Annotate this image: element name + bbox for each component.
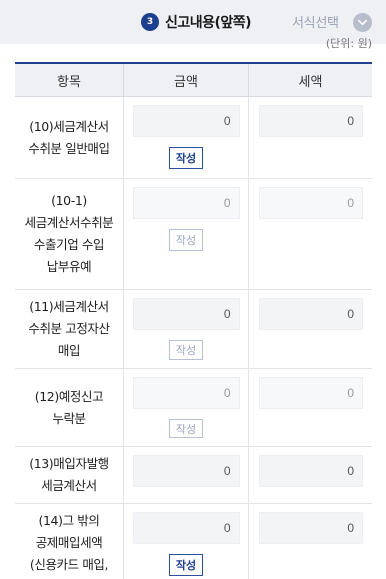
row-label: (10)세금계산서 수취분 일반매입 <box>28 118 110 156</box>
tax-field[interactable]: 0 <box>259 512 363 544</box>
column-header-amount: 금액 <box>123 64 248 96</box>
tax-cell: 0 <box>248 290 372 368</box>
tax-cell: 0 <box>248 179 372 289</box>
tax-cell: 0 <box>248 447 372 503</box>
write-button[interactable]: 작성 <box>169 340 203 360</box>
amount-field[interactable]: 0 <box>132 512 240 544</box>
column-header-item: 항목 <box>57 74 81 90</box>
tax-cell: 0 <box>248 369 372 446</box>
row-label: (14)그 밖의 공제매입세액 (신용카드 매입, <box>29 513 109 572</box>
write-button[interactable]: 작성 <box>169 147 203 169</box>
purchase-tax-table: 항목 금액 세액 (10)세금계산서 수취분 일반매입 0 작성 0 (10-1… <box>15 62 372 579</box>
tax-field[interactable]: 0 <box>259 187 363 219</box>
tax-field[interactable]: 0 <box>259 298 363 330</box>
amount-cell: 0 작성 <box>123 504 248 579</box>
page-title: 신고내용(앞쪽) <box>165 15 252 31</box>
amount-field[interactable]: 0 <box>132 187 240 219</box>
row-label: (13)매입자발행 세금계산서 <box>29 456 109 493</box>
tax-field[interactable]: 0 <box>259 455 363 487</box>
table-row: (14)그 밖의 공제매입세액 (신용카드 매입, 0 작성 0 <box>15 504 372 579</box>
table-row: (11)세금계산서 수취분 고정자산 매입 0 작성 0 <box>15 290 372 369</box>
step-indicator: 3 신고내용(앞쪽) <box>141 12 252 32</box>
amount-cell: 0 작성 <box>123 179 248 289</box>
table-row: (12)예정신고 누락분 0 작성 0 <box>15 369 372 447</box>
tax-cell: 0 <box>248 97 372 178</box>
unit-note: (단위: 원) <box>325 37 372 50</box>
amount-cell: 0 작성 <box>123 97 248 178</box>
column-header-tax: 세액 <box>248 64 372 96</box>
amount-field[interactable]: 0 <box>132 298 240 330</box>
amount-cell: 0 작성 <box>123 290 248 368</box>
tax-cell: 0 <box>248 504 372 579</box>
write-button[interactable]: 작성 <box>169 229 203 251</box>
amount-cell: 0 <box>123 447 248 503</box>
row-label: (11)세금계산서 수취분 고정자산 매입 <box>28 299 110 358</box>
row-label: (12)예정신고 누락분 <box>34 388 104 426</box>
amount-field[interactable]: 0 <box>132 105 240 137</box>
tax-field[interactable]: 0 <box>259 377 363 409</box>
amount-field[interactable]: 0 <box>132 377 240 409</box>
chevron-down-icon[interactable] <box>353 13 372 32</box>
row-label: (10-1)세금계산서수취분 수출기업 수입 납부유예 <box>24 193 114 274</box>
tax-field[interactable]: 0 <box>259 105 363 137</box>
table-row: (10)세금계산서 수취분 일반매입 0 작성 0 <box>15 97 372 179</box>
write-button[interactable]: 작성 <box>169 419 203 438</box>
table-row: (10-1)세금계산서수취분 수출기업 수입 납부유예 0 작성 0 <box>15 179 372 290</box>
amount-cell: 0 작성 <box>123 369 248 446</box>
write-button[interactable]: 작성 <box>169 554 203 576</box>
step-number-badge: 3 <box>141 13 159 31</box>
form-select-button[interactable]: 서식선택 <box>292 12 339 31</box>
amount-field[interactable]: 0 <box>132 455 240 487</box>
table-row: (13)매입자발행 세금계산서 0 0 <box>15 447 372 504</box>
table-header: 항목 금액 세액 <box>15 64 372 97</box>
